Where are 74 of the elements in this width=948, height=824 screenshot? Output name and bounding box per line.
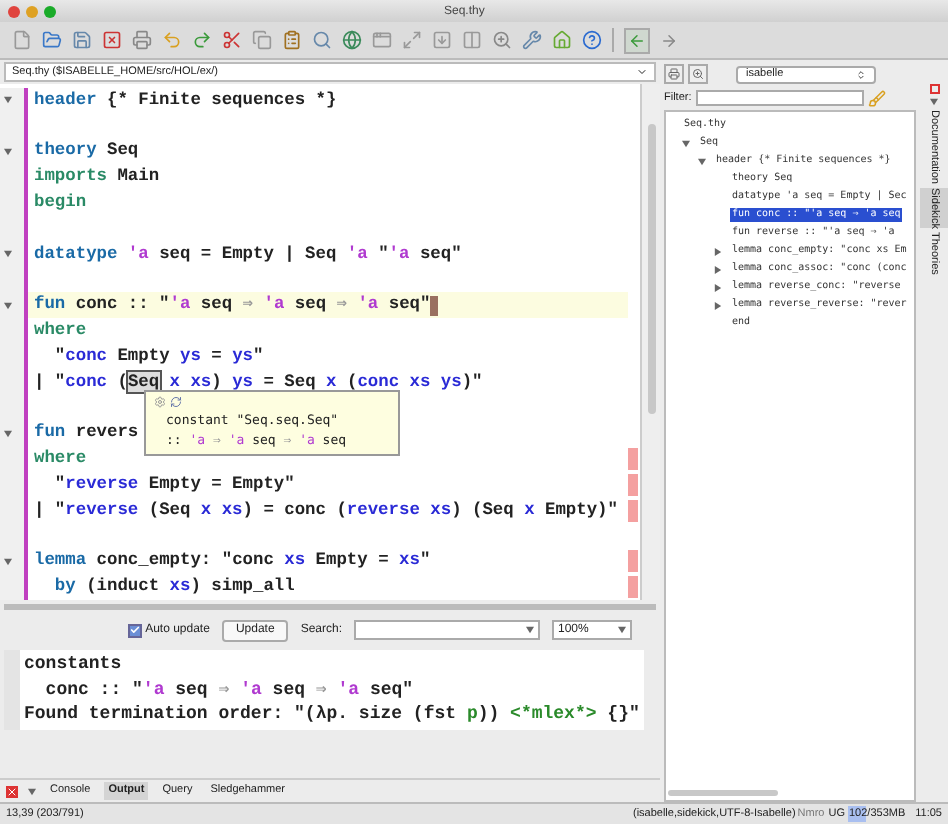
check-icon bbox=[129, 624, 140, 636]
text-cursor bbox=[430, 295, 439, 316]
code-line: lemma conc_empty: "conc xs Empty = xs" bbox=[34, 548, 431, 575]
download-icon[interactable] bbox=[432, 30, 452, 50]
dropdown-icon[interactable] bbox=[930, 98, 938, 106]
code-line: theory Seq bbox=[34, 138, 139, 165]
code-line: begin bbox=[34, 190, 87, 217]
output-line: conc :: "'a seq ⇒ 'a seq ⇒ 'a seq" bbox=[43, 677, 416, 702]
code-line: where bbox=[34, 318, 87, 345]
tree-toggle-icon[interactable] bbox=[714, 283, 722, 291]
dropdown-icon bbox=[526, 626, 534, 634]
printer-icon[interactable] bbox=[668, 68, 680, 80]
copy-icon[interactable] bbox=[252, 30, 272, 50]
redo-icon[interactable] bbox=[192, 30, 212, 50]
refresh-icon[interactable] bbox=[170, 396, 182, 408]
minimize-window-icon[interactable] bbox=[26, 5, 38, 17]
code-line: fun revers bbox=[34, 420, 139, 447]
fold-icon[interactable] bbox=[4, 301, 12, 310]
code-line: header {* Finite sequences *} bbox=[34, 87, 337, 114]
code-line: by (induct xs) simp_all bbox=[52, 574, 295, 601]
folder-icon[interactable] bbox=[42, 30, 62, 50]
back-icon[interactable] bbox=[628, 31, 646, 49]
close-icon[interactable] bbox=[102, 30, 122, 50]
fold-icon[interactable] bbox=[4, 96, 12, 105]
zoom-icon[interactable] bbox=[492, 30, 512, 50]
maximize-icon[interactable] bbox=[402, 30, 422, 50]
window-icon[interactable] bbox=[372, 30, 392, 50]
clipboard-icon[interactable] bbox=[282, 30, 302, 50]
fold-icon[interactable] bbox=[4, 147, 12, 156]
search-icon[interactable] bbox=[312, 30, 332, 50]
code-line: "reverse Empty = Empty" bbox=[52, 471, 295, 498]
columns-icon[interactable] bbox=[462, 30, 482, 50]
tree-toggle-icon[interactable] bbox=[698, 157, 706, 165]
dropdown-icon bbox=[636, 66, 648, 78]
updown-icon bbox=[856, 69, 866, 79]
scrollbar[interactable] bbox=[640, 84, 660, 600]
code-line: "conc Empty ys = ys" bbox=[52, 343, 264, 370]
zoom-icon[interactable] bbox=[692, 68, 704, 80]
code-line: fun conc :: "'a seq ⇒ 'a seq ⇒ 'a seq" bbox=[34, 292, 431, 319]
horizontal-scrollbar[interactable] bbox=[668, 790, 778, 796]
fold-icon[interactable] bbox=[4, 429, 12, 438]
search-field[interactable] bbox=[354, 620, 540, 640]
undo-icon[interactable] bbox=[162, 30, 182, 50]
filter-field[interactable] bbox=[695, 90, 864, 106]
home-icon[interactable] bbox=[552, 30, 572, 50]
save-icon[interactable] bbox=[72, 30, 92, 50]
gear-icon[interactable] bbox=[154, 396, 166, 408]
tree-toggle-icon[interactable] bbox=[714, 301, 722, 309]
fold-icon[interactable] bbox=[4, 250, 12, 259]
dropdown-icon bbox=[618, 626, 626, 634]
tree-toggle-icon[interactable] bbox=[682, 139, 690, 147]
text-area[interactable] bbox=[0, 84, 640, 600]
help-icon[interactable] bbox=[582, 30, 602, 50]
fold-icon[interactable] bbox=[4, 557, 12, 566]
printer-icon[interactable] bbox=[132, 30, 152, 50]
code-line: | "reverse (Seq x xs) = conc (reverse xs) (Seq x Empty)" bbox=[34, 497, 618, 524]
code-line: | "conc (Seq x xs) ys = Seq x (conc xs ys)" bbox=[34, 369, 483, 396]
code-line: datatype 'a seq = Empty | Seq 'a "'a seq" bbox=[34, 241, 462, 268]
forward-icon[interactable] bbox=[660, 31, 678, 49]
code-line: imports Main bbox=[34, 164, 160, 191]
output-line: constants bbox=[24, 652, 124, 677]
dropdown-icon[interactable] bbox=[28, 787, 36, 795]
output-line: Found termination order: "(λp. size (fst p)) <*mlex*> {}" bbox=[24, 702, 642, 727]
close-icon[interactable] bbox=[929, 84, 939, 94]
zoom-window-icon[interactable] bbox=[44, 5, 56, 17]
broom-icon[interactable] bbox=[867, 89, 886, 107]
code-line: where bbox=[34, 446, 87, 473]
close-window-icon[interactable] bbox=[8, 5, 20, 17]
scissors-icon[interactable] bbox=[222, 30, 242, 50]
globe-icon[interactable] bbox=[342, 30, 362, 50]
wrench-icon[interactable] bbox=[522, 30, 542, 50]
tree-toggle-icon[interactable] bbox=[714, 265, 722, 273]
tree-toggle-icon[interactable] bbox=[714, 247, 722, 255]
new-file-icon[interactable] bbox=[12, 30, 32, 50]
